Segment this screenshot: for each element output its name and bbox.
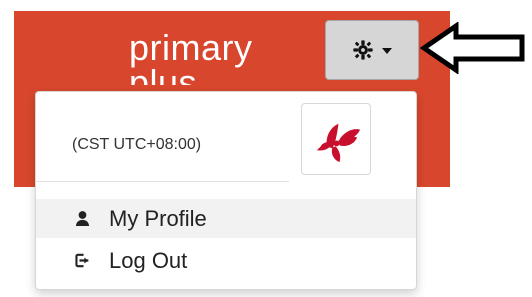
settings-menu-button[interactable] <box>325 20 419 80</box>
timezone-label: (CST UTC+08:00) <box>72 136 202 153</box>
logout-label: Log Out <box>109 247 188 273</box>
brand-logo: primary plus <box>129 30 279 85</box>
brand-line-plus: plus <box>129 62 198 86</box>
user-icon <box>75 211 90 227</box>
gear-icon <box>353 40 373 60</box>
my-profile-label: My Profile <box>109 205 207 231</box>
logout-menu-item[interactable]: Log Out <box>36 241 416 280</box>
avatar <box>301 103 371 175</box>
fan-avatar-icon <box>316 123 360 162</box>
logout-icon <box>75 253 89 268</box>
menu-divider <box>35 181 289 182</box>
chevron-down-icon <box>382 47 392 54</box>
my-profile-menu-item[interactable]: My Profile <box>36 199 416 238</box>
brand-line-primary: primary <box>129 30 253 68</box>
arrow-left-icon <box>420 22 525 74</box>
